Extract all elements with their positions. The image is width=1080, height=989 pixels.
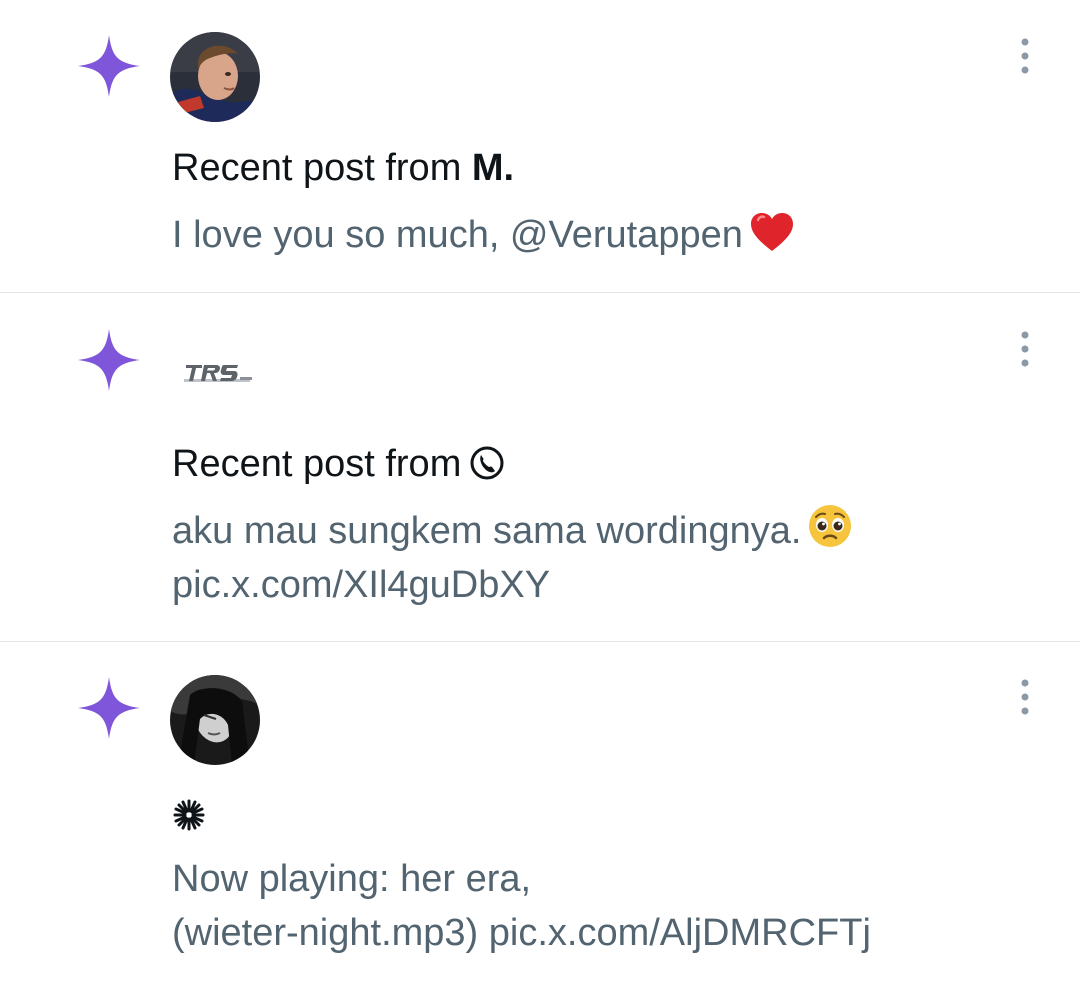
more-vertical-icon[interactable] [1010, 677, 1040, 717]
notification-item[interactable]: Now playing: her era, (wieter-night.mp3)… [0, 642, 1080, 989]
post-preview[interactable]: aku mau sungkem sama wordingnya. [172, 503, 853, 564]
more-vertical-icon[interactable] [1010, 329, 1040, 369]
sparkle-icon [76, 675, 142, 741]
notification-headline: Recent post from M. [172, 145, 514, 191]
notifications-feed: Recent post from M. I love you so much, … [0, 0, 1080, 989]
sparkle-icon [76, 327, 142, 393]
author-name[interactable]: M. [472, 147, 514, 189]
post-link[interactable]: (wieter-night.mp3) pic.x.com/AljDMRCFTj [172, 906, 871, 960]
notification-item[interactable]: Recent post from aku mau sungkem sama wo… [0, 293, 1080, 642]
telephone-icon[interactable] [469, 445, 505, 492]
post-preview[interactable]: I love you so much, @Verutappen [172, 208, 795, 268]
notification-headline: Recent post from [172, 441, 505, 492]
avatar[interactable] [170, 675, 260, 765]
post-text: I love you so much, @Verutappen [172, 214, 743, 256]
starburst-icon[interactable] [172, 798, 206, 832]
notification-item[interactable]: Recent post from M. I love you so much, … [0, 0, 1080, 293]
avatar[interactable] [170, 32, 260, 122]
post-text[interactable]: Now playing: her era, [172, 852, 531, 906]
trs-logo-avatar[interactable] [182, 359, 254, 389]
post-text: aku mau sungkem sama wordingnya. [172, 510, 802, 552]
headline-prefix: Recent post from [172, 443, 462, 485]
more-vertical-icon[interactable] [1010, 36, 1040, 76]
pleading-face-emoji [807, 503, 853, 564]
headline-prefix: Recent post from [172, 147, 462, 189]
red-heart-emoji [749, 211, 795, 268]
sparkle-icon [76, 33, 142, 99]
post-link[interactable]: pic.x.com/XIl4guDbXY [172, 558, 550, 612]
